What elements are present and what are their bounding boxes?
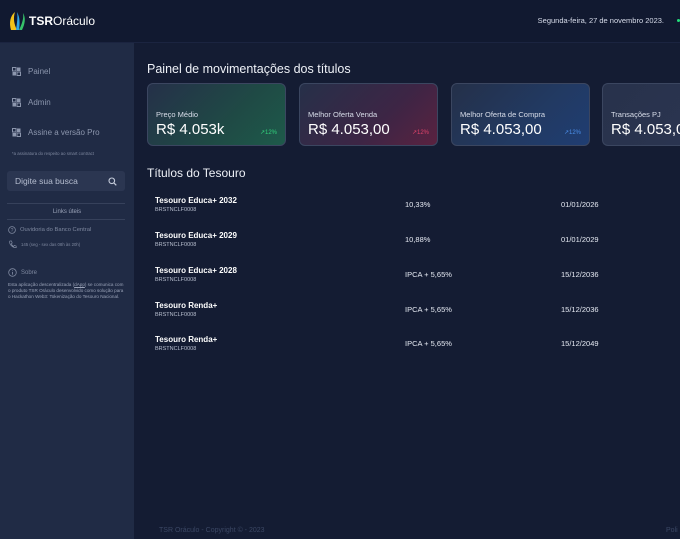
card-trend: ↗12%: [411, 130, 429, 136]
divider: [7, 203, 125, 204]
card-best-sell-offer[interactable]: Melhor Oferta Venda R$ 4.053,00 ↗12%: [299, 83, 438, 146]
sidebar: Painel Admin Assine a versão Pro *a assi…: [0, 43, 134, 539]
bond-name: Tesouro Renda+: [155, 301, 218, 310]
table-row[interactable]: Tesouro Educa+ 2029 BRSTNCLF0008 10,88% …: [155, 231, 675, 253]
sidebar-item-pro[interactable]: Assine a versão Pro: [12, 128, 100, 137]
pro-note: *a assinatura do respeito ao smart contr…: [12, 151, 94, 156]
current-date: Segunda-feira, 27 de novembro 2023.: [537, 16, 664, 25]
bond-name: Tesouro Educa+ 2032: [155, 196, 237, 205]
footer-copyright: TSR Oráculo - Copyright © - 2023: [159, 527, 265, 534]
svg-text:?: ?: [11, 228, 14, 234]
bond-rate: IPCA + 5,65%: [405, 305, 452, 314]
sobre-description: Esta aplicação descentralizada (dApp) se…: [8, 282, 124, 300]
ombudsman-link[interactable]: ? Ouvidoria do Banco Central: [8, 226, 91, 234]
bond-rate: 10,33%: [405, 200, 431, 209]
card-pj-transactions[interactable]: Transações PJ R$ 4.053,00: [602, 83, 680, 146]
card-label: Melhor Oferta de Compra: [460, 110, 546, 119]
oracle-logo-icon: [10, 12, 25, 30]
links-title: Links úteis: [52, 209, 82, 215]
card-best-buy-offer[interactable]: Melhor Oferta de Compra R$ 4.053,00 ↗12%: [451, 83, 590, 146]
sobre-link[interactable]: Sobre: [8, 268, 37, 277]
card-value: R$ 4.053,00: [460, 121, 542, 138]
dashboard-icon: [12, 128, 21, 137]
search-box: [7, 171, 125, 191]
table-row[interactable]: Tesouro Educa+ 2028 BRSTNCLF0008 IPCA + …: [155, 266, 675, 288]
bond-maturity: 15/12/2036: [561, 270, 599, 279]
card-label: Transações PJ: [611, 110, 661, 119]
bond-code: BRSTNCLF0008: [155, 207, 197, 213]
card-value: R$ 4.053,00: [611, 121, 680, 138]
bond-code: BRSTNCLF0008: [155, 277, 197, 283]
ombudsman-label: Ouvidoria do Banco Central: [20, 227, 92, 233]
phone-icon: [9, 240, 17, 248]
bond-code: BRSTNCLF0008: [155, 346, 197, 352]
dashboard-icon: [12, 67, 21, 76]
sidebar-item-label: Assine a versão Pro: [28, 128, 100, 137]
phone-link[interactable]: 145 (seg - sex das 08h às 20h): [8, 240, 80, 249]
table-row[interactable]: Tesouro Renda+ BRSTNCLF0008 IPCA + 5,65%…: [155, 335, 675, 357]
search-input[interactable]: [15, 176, 108, 186]
bond-name: Tesouro Educa+ 2029: [155, 231, 237, 240]
bond-rate: 10,88%: [405, 235, 431, 244]
card-value: R$ 4.053k: [156, 121, 225, 138]
phone-hours: 145 (seg - sex das 08h às 20h): [21, 242, 81, 247]
card-label: Preço Médio: [156, 110, 199, 119]
top-bar: TSROráculo Segunda-feira, 27 de novembro…: [0, 0, 680, 43]
bond-rate: IPCA + 5,65%: [405, 339, 452, 348]
footer-link[interactable]: Poli: [666, 527, 678, 534]
search-icon[interactable]: [108, 176, 117, 186]
dashboard-icon: [12, 98, 21, 107]
info-icon: [8, 268, 17, 277]
bond-rate: IPCA + 5,65%: [405, 270, 452, 279]
card-trend: ↗12%: [563, 130, 581, 136]
sidebar-item-label: Admin: [28, 98, 51, 107]
bond-maturity: 01/01/2026: [561, 200, 599, 209]
bond-name: Tesouro Renda+: [155, 335, 218, 344]
bond-code: BRSTNCLF0008: [155, 242, 197, 248]
card-label: Melhor Oferta Venda: [308, 110, 378, 119]
sidebar-item-label: Painel: [28, 67, 51, 76]
table-row[interactable]: Tesouro Educa+ 2032 BRSTNCLF0008 10,33% …: [155, 196, 675, 218]
brand-logo[interactable]: TSROráculo: [8, 11, 95, 31]
help-circle-icon: ?: [8, 226, 16, 234]
page-title: Painel de movimentações dos títulos: [147, 62, 351, 76]
table-row[interactable]: Tesouro Renda+ BRSTNCLF0008 IPCA + 5,65%…: [155, 301, 675, 323]
bond-maturity: 15/12/2049: [561, 339, 599, 348]
bond-maturity: 01/01/2029: [561, 235, 599, 244]
bond-maturity: 15/12/2036: [561, 305, 599, 314]
bond-code: BRSTNCLF0008: [155, 312, 197, 318]
dapp-link[interactable]: dApp: [74, 282, 85, 287]
card-trend: ↗12%: [259, 130, 277, 136]
sidebar-item-admin[interactable]: Admin: [12, 98, 51, 107]
section-title: Títulos do Tesouro: [147, 166, 246, 180]
brand-name: TSROráculo: [29, 14, 96, 28]
card-value: R$ 4.053,00: [308, 121, 390, 138]
sobre-label: Sobre: [21, 269, 38, 276]
divider: [7, 219, 125, 220]
card-average-price[interactable]: Preço Médio R$ 4.053k ↗12%: [147, 83, 286, 146]
sidebar-item-painel[interactable]: Painel: [12, 67, 50, 76]
bond-name: Tesouro Educa+ 2028: [155, 266, 237, 275]
